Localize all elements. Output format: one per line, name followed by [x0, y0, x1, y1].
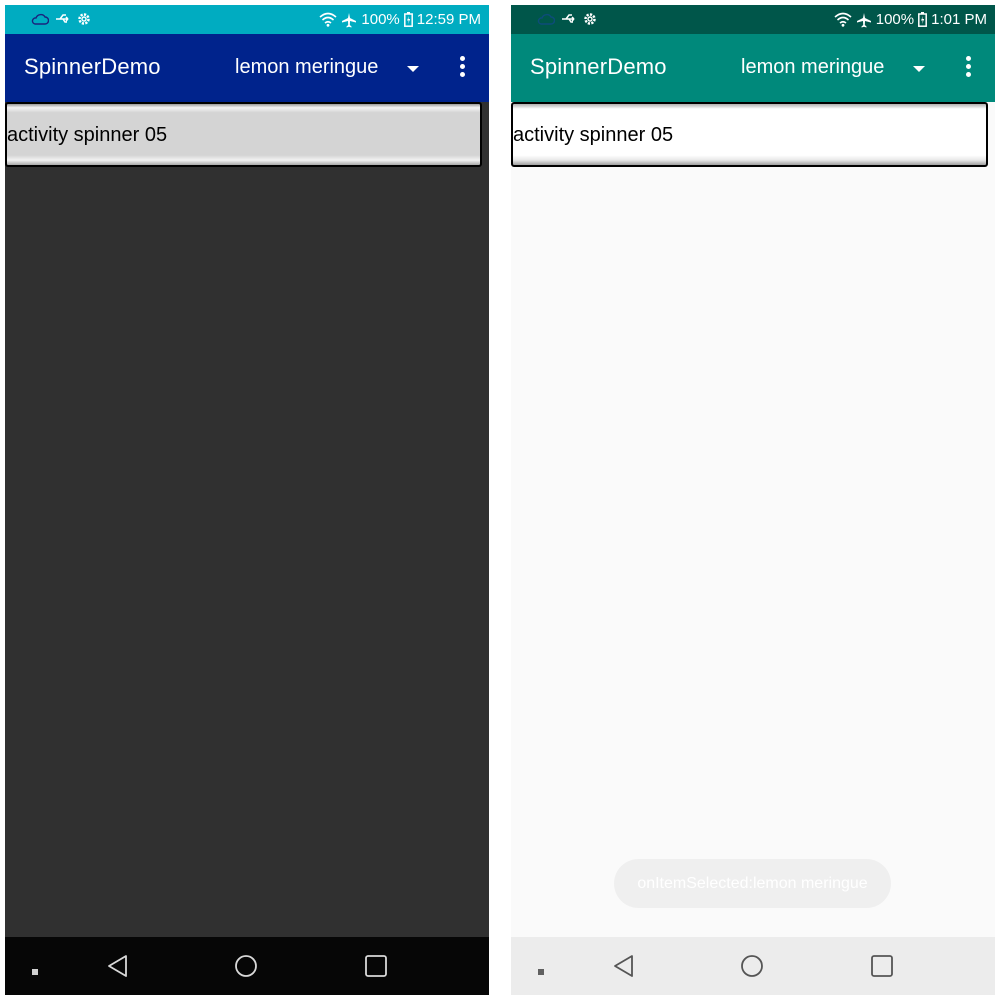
- clock: 1:01 PM: [931, 11, 987, 28]
- status-bar: 100% 12:59 PM: [5, 5, 489, 34]
- battery-percent: 100%: [361, 11, 400, 28]
- app-bar: SpinnerDemo lemon meringue: [511, 34, 995, 102]
- app-title: SpinnerDemo: [530, 54, 667, 79]
- battery-icon: [403, 12, 413, 27]
- battery-icon: [918, 12, 928, 27]
- home-icon[interactable]: [234, 954, 258, 983]
- back-icon[interactable]: [106, 954, 130, 983]
- status-bar: 100% 1:01 PM: [511, 5, 995, 34]
- phone-screen-dark: 100% 12:59 PM SpinnerDemo lemon meringue…: [5, 5, 489, 995]
- recents-icon[interactable]: [364, 954, 388, 983]
- airplane-icon: [341, 12, 357, 28]
- status-icons-left: [31, 10, 91, 28]
- toolbar-spinner[interactable]: lemon meringue: [235, 56, 378, 79]
- usb-icon: [561, 13, 577, 25]
- dropdown-arrow-icon[interactable]: [407, 66, 419, 72]
- list-item-label: activity spinner 05: [513, 124, 674, 146]
- square-dot-icon[interactable]: [538, 962, 544, 975]
- cloud-icon: [31, 13, 49, 25]
- back-icon[interactable]: [612, 954, 636, 983]
- battery-percent: 100%: [875, 11, 915, 28]
- status-icons-right: 100% 12:59 PM: [319, 5, 481, 34]
- overflow-menu-icon[interactable]: [454, 56, 470, 82]
- toolbar-spinner[interactable]: lemon meringue: [741, 56, 884, 79]
- square-dot-icon[interactable]: [32, 962, 38, 975]
- cloud-icon: [537, 13, 555, 25]
- airplane-icon: [856, 12, 872, 28]
- app-title: SpinnerDemo: [24, 54, 161, 79]
- settings-icon: [583, 12, 597, 26]
- settings-icon: [77, 12, 91, 26]
- recents-icon[interactable]: [870, 954, 894, 983]
- navigation-bar: [5, 937, 489, 995]
- status-icons-left: [537, 10, 597, 28]
- phone-screen-light: 100% 1:01 PM SpinnerDemo lemon meringue …: [511, 5, 995, 995]
- usb-icon: [55, 13, 71, 25]
- wifi-icon: [319, 12, 337, 27]
- home-icon[interactable]: [740, 954, 764, 983]
- dropdown-arrow-icon[interactable]: [913, 66, 925, 72]
- wifi-icon: [834, 12, 852, 27]
- list-item[interactable]: activity spinner 05: [511, 102, 988, 167]
- navigation-bar: [511, 937, 995, 995]
- clock: 12:59 PM: [416, 11, 481, 28]
- app-bar: SpinnerDemo lemon meringue: [5, 34, 489, 102]
- toast-message: onItemSelected:lemon meringue: [614, 859, 891, 908]
- list-item[interactable]: activity spinner 05: [5, 102, 482, 167]
- list-item-label: activity spinner 05: [7, 124, 168, 146]
- status-icons-right: 100% 1:01 PM: [834, 5, 987, 34]
- overflow-menu-icon[interactable]: [960, 56, 976, 82]
